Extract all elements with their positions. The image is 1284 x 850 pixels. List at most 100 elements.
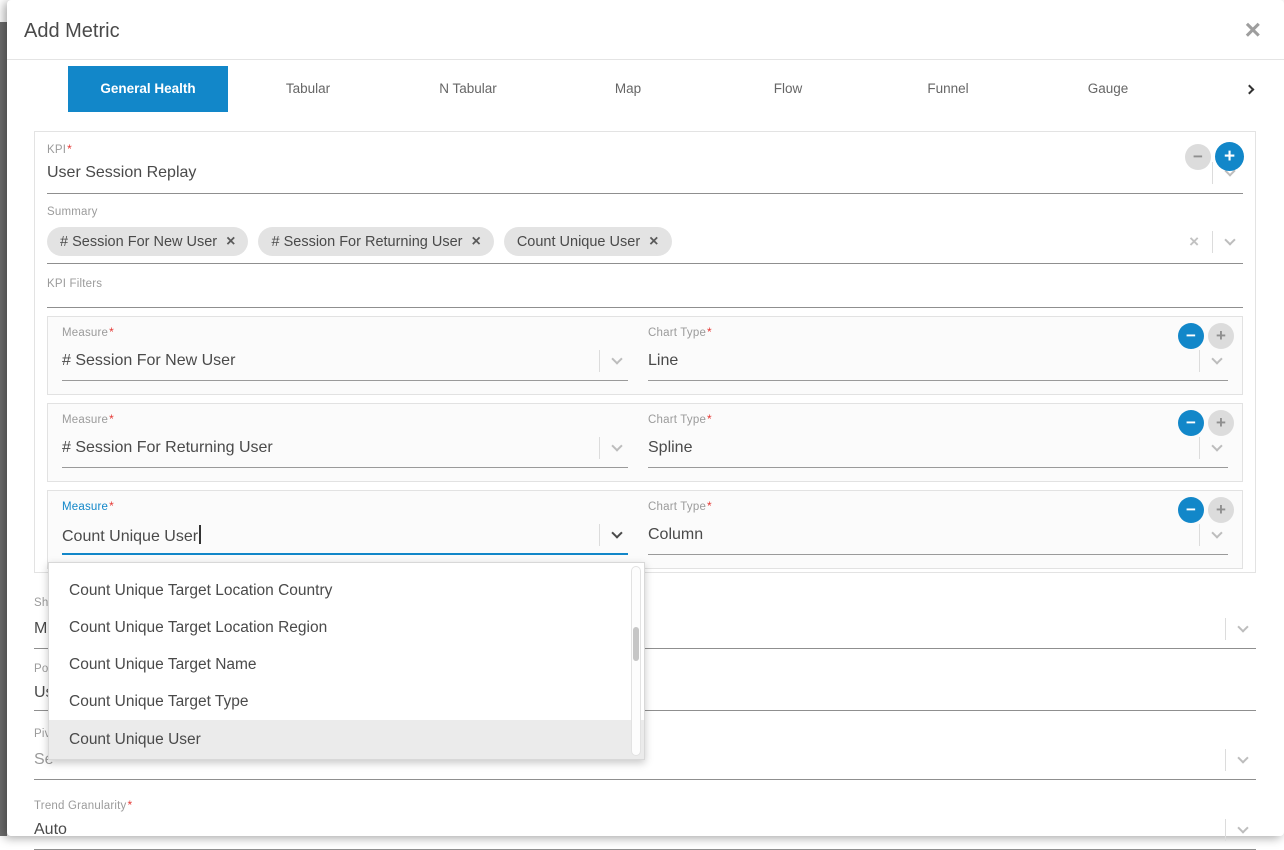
chip-label: # Session For Returning User [271,234,462,250]
chevron-down-icon[interactable] [611,527,622,538]
dropdown-scrollbar-thumb[interactable] [633,627,639,661]
summary-chips: # Session For New User× # Session For Re… [47,227,1189,256]
required-mark: * [67,142,72,156]
chevron-down-icon[interactable] [1237,822,1248,833]
measure-select[interactable]: # Session For New User [62,341,628,381]
dropdown-item-selected[interactable]: Count Unique User [49,720,644,760]
summary-multiselect[interactable]: # Session For New User× # Session For Re… [47,222,1243,264]
tab-tabular[interactable]: Tabular [228,66,388,112]
remove-measure-button[interactable]: − [1178,497,1204,523]
measure-dropdown-list: Count Unique Target Location City Count … [48,562,645,760]
close-icon[interactable]: × [1245,16,1261,44]
tab-map[interactable]: Map [548,66,708,112]
measure-row: − + Measure* # Session For New User Char… [47,316,1243,395]
tab-flow[interactable]: Flow [708,66,868,112]
chevron-right-icon [1245,85,1255,95]
measure-select[interactable]: # Session For Returning User [62,428,628,468]
measure-row-actions: − + [1178,410,1234,436]
chart-type-select[interactable]: Spline [648,428,1228,468]
add-measure-button[interactable]: + [1208,497,1234,523]
measure-value: # Session For New User [62,352,599,370]
remove-measure-button[interactable]: − [1178,410,1204,436]
chip-remove-icon[interactable]: × [226,234,235,250]
chart-type-label: Chart Type* [648,325,1228,341]
kpi-filters-input[interactable] [47,294,1243,308]
dropdown-item[interactable]: Count Unique Target Location Region [49,609,644,646]
chip-label: Count Unique User [517,234,640,250]
required-mark: * [707,325,712,339]
chevron-down-icon[interactable] [611,353,622,364]
divider [599,524,600,546]
chart-type-field: Chart Type* Spline [648,412,1228,468]
required-mark: * [109,412,114,426]
chevron-down-icon[interactable] [1211,527,1222,538]
divider [599,437,600,459]
measure-value: Count Unique User [62,525,599,546]
measure-field: Measure* # Session For Returning User [62,412,628,468]
tab-bar: General Health Tabular N Tabular Map Flo… [68,66,1261,112]
chart-type-field: Chart Type* Column [648,499,1228,555]
required-mark: * [707,412,712,426]
kpi-group-actions: − + [1185,142,1244,171]
trend-granularity-value: Auto [34,821,1225,839]
chart-type-value: Spline [648,439,1199,457]
dropdown-scrollbar[interactable] [631,566,641,756]
dropdown-item[interactable]: Count Unique Target Location Country [49,572,644,609]
chart-type-select[interactable]: Column [648,515,1228,555]
measure-field: Measure* # Session For New User [62,325,628,381]
kpi-filters-label: KPI Filters [47,278,1243,294]
chip-remove-icon[interactable]: × [649,234,658,250]
kpi-group-box: − + KPI* User Session Replay Summary # [34,131,1256,573]
dropdown-item-clipped[interactable]: Count Unique Target Location City [49,563,644,572]
kpi-select[interactable]: User Session Replay [47,158,1243,194]
tab-general-health[interactable]: General Health [68,66,228,112]
divider [1199,437,1200,459]
divider [1225,819,1226,841]
tab-funnel[interactable]: Funnel [868,66,1028,112]
divider [1199,350,1200,372]
measure-label: Measure* [62,325,628,341]
summary-chip: # Session For New User× [47,227,248,256]
dropdown-item[interactable]: Count Unique Target Name [49,646,644,683]
chevron-down-icon[interactable] [611,440,622,451]
measure-row-actions: − + [1178,497,1234,523]
add-measure-button[interactable]: + [1208,323,1234,349]
dropdown-item[interactable]: Count Unique Target Type [49,683,644,720]
trend-granularity-select[interactable]: Auto [34,814,1256,850]
chip-remove-icon[interactable]: × [471,234,480,250]
chevron-down-icon[interactable] [1211,440,1222,451]
chart-type-label: Chart Type* [648,412,1228,428]
chevron-down-icon[interactable] [1211,353,1222,364]
add-kpi-button[interactable]: + [1215,142,1244,171]
kpi-field: KPI* User Session Replay [47,142,1243,194]
remove-kpi-button[interactable]: − [1185,144,1211,170]
clear-all-icon[interactable]: × [1189,233,1199,250]
add-measure-button[interactable]: + [1208,410,1234,436]
divider [599,350,600,372]
divider [1199,524,1200,546]
measure-combobox-input[interactable]: Count Unique User [62,515,628,555]
divider [1225,749,1226,771]
chevron-down-icon[interactable] [1237,752,1248,763]
required-mark: * [127,798,132,812]
chevron-down-icon[interactable] [1224,234,1235,245]
trend-granularity-label: Trend Granularity* [34,798,1256,814]
measure-row-focused: − + Measure* Count Unique User Chart Typ… [47,490,1243,569]
measure-label: Measure* [62,499,628,515]
kpi-filters-field: KPI Filters [47,278,1243,308]
tab-gauge[interactable]: Gauge [1028,66,1188,112]
chart-type-field: Chart Type* Line [648,325,1228,381]
required-mark: * [707,499,712,513]
text-cursor [199,525,201,544]
kpi-value: User Session Replay [47,164,1212,182]
chevron-down-icon[interactable] [1237,621,1248,632]
measure-label: Measure* [62,412,628,428]
summary-chip: Count Unique User × [504,227,672,256]
measure-value: # Session For Returning User [62,439,599,457]
chart-type-value: Column [648,526,1199,544]
tabs-scroll-next-button[interactable] [1238,74,1261,104]
tab-n-tabular[interactable]: N Tabular [388,66,548,112]
summary-label: Summary [47,206,1243,222]
chart-type-select[interactable]: Line [648,341,1228,381]
remove-measure-button[interactable]: − [1178,323,1204,349]
